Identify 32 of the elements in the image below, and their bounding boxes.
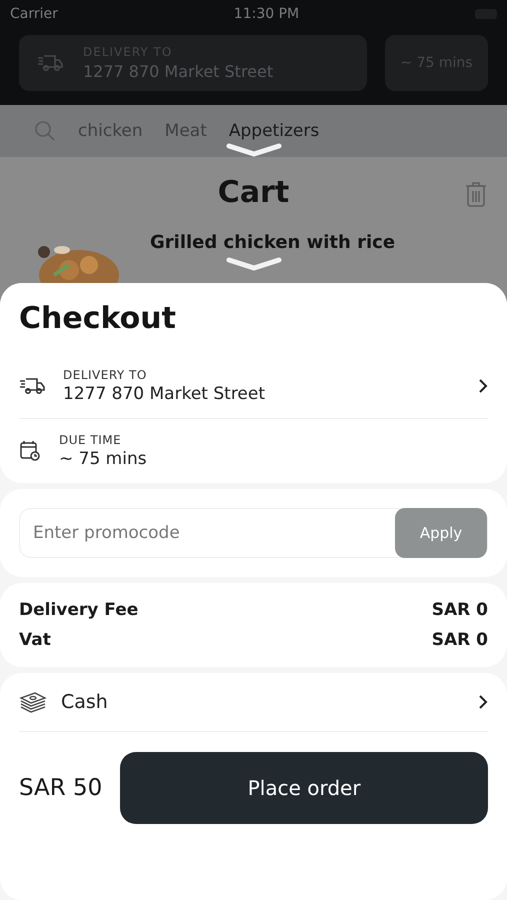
info-value: 1277 870 Market Street xyxy=(63,384,266,404)
category-tab[interactable]: Appetizers xyxy=(228,121,320,141)
truck-icon xyxy=(37,53,63,73)
carrier-label: Carrier xyxy=(10,6,58,22)
info-label: DELIVERY TO xyxy=(63,368,148,382)
sheet-handle-icon[interactable] xyxy=(226,143,282,157)
cash-stack-icon xyxy=(19,690,47,714)
fee-value: SAR 0 xyxy=(432,600,488,620)
cart-title: Cart xyxy=(218,175,290,210)
checkout-info-row[interactable]: DUE TIME ~ 75 mins xyxy=(19,419,488,483)
order-total: SAR 50 xyxy=(19,775,102,801)
category-tab[interactable]: Meat xyxy=(164,121,207,141)
sheet-handle-icon[interactable] xyxy=(226,257,282,271)
fee-label: Delivery Fee xyxy=(19,600,138,620)
truck-icon xyxy=(19,376,45,396)
chevron-right-icon xyxy=(478,694,488,710)
checkout-title: Checkout xyxy=(19,301,176,336)
category-tab[interactable]: chicken xyxy=(78,121,143,141)
trash-icon[interactable] xyxy=(465,181,487,207)
place-order-button[interactable]: Place order xyxy=(120,752,488,824)
chevron-right-icon xyxy=(478,378,488,394)
info-label: DUE TIME xyxy=(59,433,122,447)
checkout-info-row[interactable]: DELIVERY TO 1277 870 Market Street xyxy=(19,354,488,419)
cart-item-name: Grilled chicken with rice xyxy=(150,232,396,253)
delivery-address: 1277 870 Market Street xyxy=(83,62,274,81)
fee-label: Vat xyxy=(19,630,51,650)
calendar-clock-icon xyxy=(19,440,41,462)
status-time: 11:30 PM xyxy=(234,6,300,22)
payment-method-row[interactable]: Cash xyxy=(19,673,488,732)
info-value: ~ 75 mins xyxy=(59,449,148,469)
search-icon[interactable] xyxy=(34,120,56,142)
fee-value: SAR 0 xyxy=(432,630,488,650)
